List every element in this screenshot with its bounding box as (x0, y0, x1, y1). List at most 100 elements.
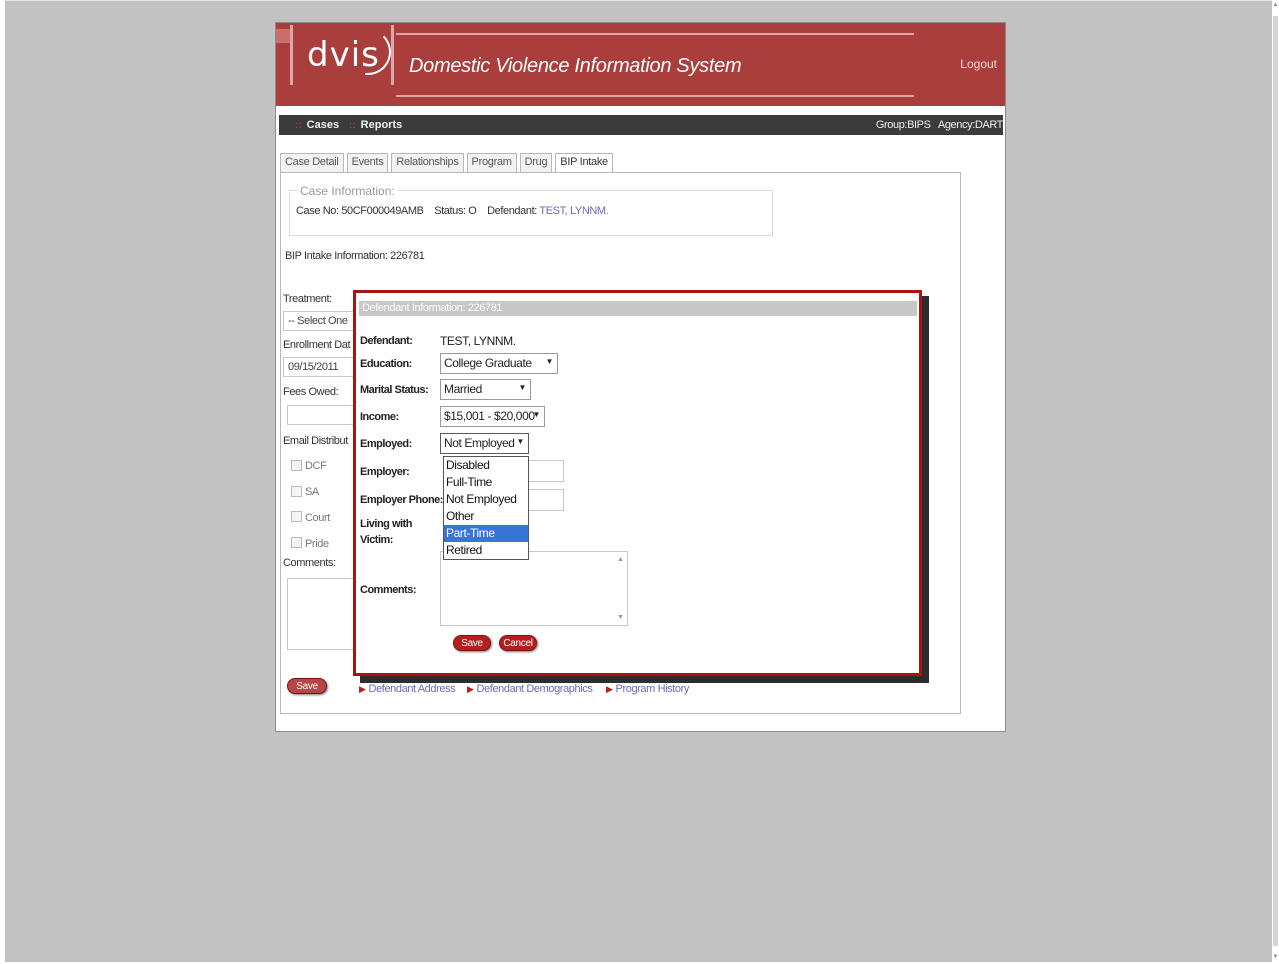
pride-checkbox[interactable] (291, 537, 302, 548)
option-disabled[interactable]: Disabled (444, 457, 528, 474)
option-other[interactable]: Other (444, 508, 528, 525)
education-label: Education: (360, 358, 412, 370)
tab-drug[interactable]: Drug (519, 153, 553, 173)
income-label: Income: (360, 411, 399, 423)
sa-checkbox[interactable] (291, 486, 302, 497)
menu-item-cases[interactable]: :: Cases (287, 119, 339, 131)
employer-label: Employer: (360, 466, 410, 478)
main-menu-bar: :: Cases :: Reports Group:BIPS Agency:DART (279, 115, 1003, 135)
employed-select[interactable]: Not Employed ▼ (440, 433, 529, 454)
tab-strip: Case Detail Events Relationships Program… (280, 153, 616, 174)
scroll-down-icon[interactable]: ▼ (1272, 953, 1279, 961)
logo: dvis (290, 25, 394, 85)
option-full-time[interactable]: Full-Time (444, 474, 528, 491)
scroll-up-icon[interactable]: ▲ (1272, 1, 1279, 9)
logout-link[interactable]: Logout (960, 57, 997, 71)
employed-label: Employed: (360, 438, 412, 450)
option-not-employed[interactable]: Not Employed (444, 491, 528, 508)
tab-bip-intake[interactable]: BIP Intake (555, 153, 613, 174)
dialog-comments-textarea[interactable]: ▲ ▼ (440, 551, 628, 626)
employer-input[interactable] (526, 460, 564, 482)
status-label: Status: (434, 205, 466, 217)
marital-status-label: Marital Status: (360, 384, 429, 396)
chevron-down-icon: ▼ (518, 383, 526, 392)
window-left-edge (0, 0, 5, 964)
option-retired[interactable]: Retired (444, 542, 528, 559)
employer-phone-label: Employer Phone: (360, 494, 443, 506)
defendant-address-text: Defendant Address (368, 683, 456, 695)
case-no-label: Case No: (296, 205, 339, 217)
tab-program[interactable]: Program (466, 153, 517, 173)
defendant-link[interactable]: TEST, LYNNM. (539, 205, 608, 217)
banner-stripe-top (396, 33, 914, 35)
defendant-label: Defendant: (487, 205, 537, 217)
marital-status-select[interactable]: Married ▼ (440, 379, 531, 400)
pride-label: Pride (305, 538, 329, 550)
tab-case-detail[interactable]: Case Detail (280, 153, 344, 173)
chevron-down-icon: ▼ (532, 410, 540, 419)
page-scrollbar[interactable]: ▲ ▼ (1272, 0, 1279, 964)
dialog-defendant-label: Defendant: (360, 335, 413, 347)
menu-label-cases: Cases (306, 119, 340, 131)
arrow-right-icon: ▶ (359, 684, 366, 694)
banner-accent (276, 29, 290, 43)
case-information-box: Case Information: Case No: 50CF000049AMB… (289, 184, 773, 236)
court-checkbox[interactable] (291, 511, 302, 522)
dialog-title: Defendant Information: 226781 (359, 301, 917, 316)
header-banner: dvis Domestic Violence Information Syste… (276, 23, 1005, 106)
comments-textarea[interactable] (287, 578, 359, 650)
dialog-comments-label: Comments: (360, 584, 417, 596)
enrollment-date-input[interactable]: 09/15/2011 (283, 357, 363, 377)
treatment-label: Treatment: (283, 293, 332, 305)
scroll-up-icon[interactable]: ▲ (617, 556, 624, 563)
defendant-address-link[interactable]: ▶ Defendant Address (359, 683, 456, 695)
save-button[interactable]: Save (287, 678, 327, 694)
scrollbar-thumb[interactable] (1273, 16, 1278, 946)
fees-owed-input[interactable] (287, 405, 363, 425)
defendant-demographics-link[interactable]: ▶ Defendant Demographics (467, 683, 593, 695)
defendant-information-dialog: Defendant Information: 226781 Defendant:… (353, 290, 922, 676)
court-label: Court (305, 512, 330, 524)
arrow-right-icon: ▶ (606, 684, 613, 694)
window-top-edge (0, 0, 1279, 1)
education-selected-value: College Graduate (444, 356, 532, 370)
menu-bullet-icon: :: (349, 120, 356, 131)
option-part-time[interactable]: Part-Time (444, 525, 528, 542)
group-agency-info: Group:BIPS Agency:DART (875, 119, 1004, 131)
bip-intake-heading: BIP Intake Information: 226781 (285, 250, 425, 262)
education-select[interactable]: College Graduate ▼ (440, 353, 558, 374)
chevron-down-icon: ▼ (516, 437, 524, 446)
menu-item-reports[interactable]: :: Reports (341, 119, 402, 131)
email-distribution-label: Email Distribut (283, 435, 348, 447)
employed-dropdown-list: Disabled Full-Time Not Employed Other Pa… (443, 456, 529, 560)
dialog-save-button[interactable]: Save (453, 635, 491, 651)
comments-label: Comments: (283, 557, 336, 569)
case-info-row: Case No: 50CF000049AMB Status: O Defenda… (296, 205, 609, 217)
logo-arc-icon (365, 29, 391, 75)
sa-label: SA (305, 486, 319, 498)
program-history-link[interactable]: ▶ Program History (606, 683, 689, 695)
enrollment-date-label: Enrollment Dat (283, 339, 351, 351)
case-no-value: 50CF000049AMB (341, 205, 424, 217)
fees-owed-label: Fees Owed: (283, 386, 339, 398)
tab-events[interactable]: Events (346, 153, 389, 173)
scroll-down-icon[interactable]: ▼ (617, 614, 624, 621)
arrow-right-icon: ▶ (467, 684, 474, 694)
dcf-label: DCF (305, 460, 327, 472)
dialog-cancel-button[interactable]: Cancel (499, 635, 537, 651)
tab-relationships[interactable]: Relationships (391, 153, 464, 173)
marital-selected-value: Married (444, 382, 482, 396)
dcf-checkbox[interactable] (291, 460, 302, 471)
dialog-defendant-value: TEST, LYNNM. (440, 334, 516, 348)
income-select[interactable]: $15,001 - $20,000 ▼ (440, 406, 545, 427)
banner-divider (276, 106, 1005, 112)
employer-phone-input[interactable] (526, 489, 564, 511)
treatment-select[interactable]: -- Select One (283, 311, 363, 331)
case-info-legend: Case Information: (298, 184, 397, 198)
employed-selected-value: Not Employed (444, 436, 515, 450)
menu-bullet-icon: :: (295, 120, 302, 131)
program-history-text: Program History (615, 683, 690, 695)
status-value: O (468, 205, 477, 217)
textarea-scrollbar[interactable]: ▲ ▼ (615, 552, 627, 625)
banner-stripe-bottom (396, 95, 914, 97)
